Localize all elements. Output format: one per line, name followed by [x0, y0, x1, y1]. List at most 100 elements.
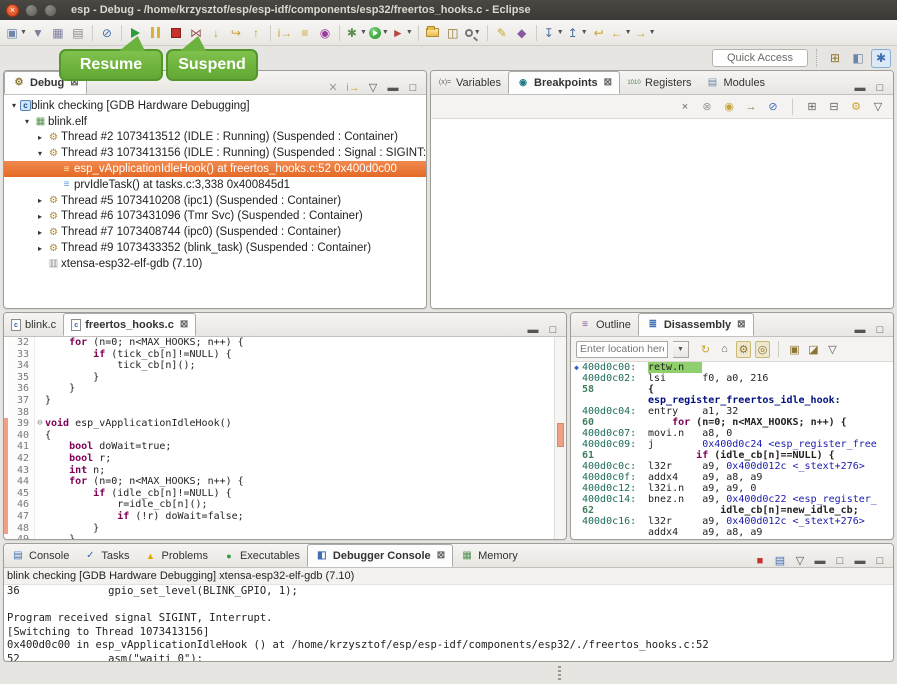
- tree-row[interactable]: ▸⚙Thread #6 1073431096 (Tmr Svc) (Suspen…: [4, 209, 426, 225]
- previous-annotation-button[interactable]: ↥▼: [566, 23, 588, 43]
- back-button[interactable]: ←▼: [610, 23, 632, 43]
- breakpoints-empty-area[interactable]: [431, 119, 893, 309]
- home-icon[interactable]: ⌂: [717, 341, 732, 358]
- tree-row[interactable]: ▾cblink checking [GDB Hardware Debugging…: [4, 98, 426, 114]
- expand-arrow-icon[interactable]: ▾: [8, 101, 20, 110]
- display-console-icon[interactable]: ▤: [773, 554, 787, 567]
- open-resource-button[interactable]: [424, 23, 442, 43]
- tab-modules[interactable]: ▤Modules: [698, 71, 772, 94]
- show-source-icon[interactable]: ⚙: [736, 341, 751, 358]
- instruction-stepping-button[interactable]: i→: [276, 23, 294, 43]
- instruction-stepping-icon[interactable]: i→: [346, 82, 360, 94]
- group-by-icon[interactable]: ⚙: [849, 100, 863, 113]
- debug-perspective-icon[interactable]: ✱: [874, 51, 888, 65]
- quick-access-button[interactable]: Quick Access: [712, 49, 808, 67]
- expand-arrow-icon[interactable]: ▾: [21, 117, 33, 126]
- maximize-icon[interactable]: □: [406, 82, 420, 94]
- print-button[interactable]: ▤: [69, 23, 87, 43]
- remove-all-terminated-icon[interactable]: ✕: [326, 81, 340, 94]
- annotations-button[interactable]: ◆: [513, 23, 531, 43]
- maximize-icon[interactable]: □: [873, 555, 887, 567]
- skip-all-breakpoints-button[interactable]: ⊘: [98, 23, 116, 43]
- view-menu-icon[interactable]: ▽: [793, 554, 807, 567]
- external-tools-button[interactable]: ►▼: [391, 23, 413, 43]
- tab-problems[interactable]: ▲Problems: [136, 544, 214, 567]
- open-perspective-icon[interactable]: ⊞: [828, 51, 842, 65]
- tab-variables[interactable]: (x)=Variables: [431, 71, 508, 94]
- stack-frame-selected[interactable]: ≡esp_vApplicationIdleHook() at freertos_…: [4, 161, 426, 177]
- tree-row[interactable]: ▸⚙Thread #9 1073433352 (blink_task) (Sus…: [4, 240, 426, 256]
- open-perspective-button[interactable]: ⊞: [825, 49, 845, 68]
- sync-selection-icon[interactable]: ◎: [755, 341, 770, 358]
- view-menu-icon[interactable]: ▽: [871, 100, 885, 113]
- collapse-all-icon[interactable]: ⊟: [827, 100, 841, 113]
- new-wizard-button[interactable]: ▣▼: [5, 23, 27, 43]
- editor-tab-freertos-hooks-c[interactable]: cfreertos_hooks.c⊠: [63, 313, 196, 336]
- open-element-button[interactable]: ◫: [444, 23, 462, 43]
- editor-tab-blink-c[interactable]: cblink.c: [4, 313, 63, 336]
- minimize-icon[interactable]: ▬: [526, 324, 540, 336]
- minimize-icon[interactable]: ▬: [386, 82, 400, 94]
- tab-outline[interactable]: ≡Outline: [571, 313, 638, 336]
- view-menu-icon[interactable]: ▽: [825, 341, 840, 358]
- tree-row[interactable]: ▥xtensa-esp32-elf-gdb (7.10): [4, 256, 426, 272]
- tree-row[interactable]: ≡prvIdleTask() at tasks.c:3,338 0x400845…: [4, 177, 426, 193]
- cpp-perspective-icon[interactable]: ◧: [851, 51, 865, 65]
- terminate-button[interactable]: [167, 23, 185, 43]
- tab-console[interactable]: ▤Console: [4, 544, 76, 567]
- tree-row[interactable]: ▸⚙Thread #5 1073410208 (ipc1) (Suspended…: [4, 193, 426, 209]
- mark-occurrences-button[interactable]: ✎: [493, 23, 511, 43]
- show-debug-columns-button[interactable]: ≡: [296, 23, 314, 43]
- pin-icon[interactable]: ◪: [806, 341, 821, 358]
- sash-drag-handle[interactable]: [558, 666, 561, 680]
- window-maximize-button[interactable]: [44, 4, 57, 17]
- location-input[interactable]: [576, 341, 668, 358]
- tree-row[interactable]: ▸⚙Thread #2 1073413512 (IDLE : Running) …: [4, 130, 426, 146]
- remove-breakpoint-icon[interactable]: ×: [678, 101, 692, 113]
- tab-breakpoints[interactable]: ◉Breakpoints⊠: [508, 71, 620, 94]
- close-icon[interactable]: ⊠: [737, 319, 745, 330]
- disassembly-listing[interactable]: ◆400d0c00:retw.n 400d0c02:lsi f0, a0, 21…: [571, 362, 893, 538]
- suspend-button[interactable]: [147, 23, 165, 43]
- expand-arrow-icon[interactable]: ▸: [34, 228, 46, 237]
- location-dropdown-icon[interactable]: ▼: [673, 341, 689, 358]
- minimize-icon[interactable]: ▬: [813, 555, 827, 567]
- step-return-button[interactable]: ↑: [247, 23, 265, 43]
- minimize-icon[interactable]: ▬: [853, 82, 867, 94]
- last-edit-location-button[interactable]: ↩: [590, 23, 608, 43]
- tab-executables[interactable]: ●Executables: [215, 544, 307, 567]
- console-output[interactable]: 36 gpio_set_level(BLINK_GPIO, 1);Program…: [4, 585, 893, 662]
- expand-arrow-icon[interactable]: ▸: [34, 212, 46, 221]
- breakpoint-types-button[interactable]: ◉: [316, 23, 334, 43]
- tab-memory[interactable]: ▦Memory: [453, 544, 525, 567]
- forward-button[interactable]: →▼: [634, 23, 656, 43]
- maximize-icon[interactable]: □: [873, 82, 887, 94]
- tab-debugger-console[interactable]: ◧Debugger Console⊠: [307, 544, 453, 567]
- close-icon[interactable]: ⊠: [437, 550, 445, 561]
- debug-perspective-button[interactable]: ✱: [871, 49, 891, 68]
- tree-row[interactable]: ▾⚙Thread #3 1073413156 (IDLE : Running) …: [4, 145, 426, 161]
- next-annotation-button[interactable]: ↧▼: [542, 23, 564, 43]
- save-button[interactable]: ▼: [29, 23, 47, 43]
- search-button[interactable]: ▼: [464, 23, 482, 43]
- tab-tasks[interactable]: ✓Tasks: [76, 544, 136, 567]
- maximize-icon[interactable]: □: [546, 324, 560, 336]
- terminate-icon[interactable]: ■: [753, 555, 767, 567]
- fold-toggle-icon[interactable]: ⊖: [34, 418, 45, 430]
- expand-all-icon[interactable]: ⊞: [805, 100, 819, 113]
- step-into-button[interactable]: ↓: [207, 23, 225, 43]
- tab-registers[interactable]: 1010Registers: [620, 71, 698, 94]
- cpp-perspective-button[interactable]: ◧: [848, 49, 868, 68]
- go-to-file-icon[interactable]: →: [744, 101, 758, 113]
- close-icon[interactable]: ⊠: [604, 77, 612, 88]
- step-over-button[interactable]: ↪: [227, 23, 245, 43]
- window-minimize-button[interactable]: [25, 4, 38, 17]
- overview-ruler[interactable]: [554, 337, 566, 540]
- new-view-icon[interactable]: ▣: [787, 341, 802, 358]
- tab-disassembly[interactable]: ≣Disassembly⊠: [638, 313, 754, 336]
- save-all-button[interactable]: ▦: [49, 23, 67, 43]
- run-launch-button[interactable]: ▼: [369, 23, 389, 43]
- debug-launch-button[interactable]: ✱▼: [345, 23, 367, 43]
- expand-arrow-icon[interactable]: ▸: [34, 244, 46, 253]
- window-close-button[interactable]: ×: [6, 4, 19, 17]
